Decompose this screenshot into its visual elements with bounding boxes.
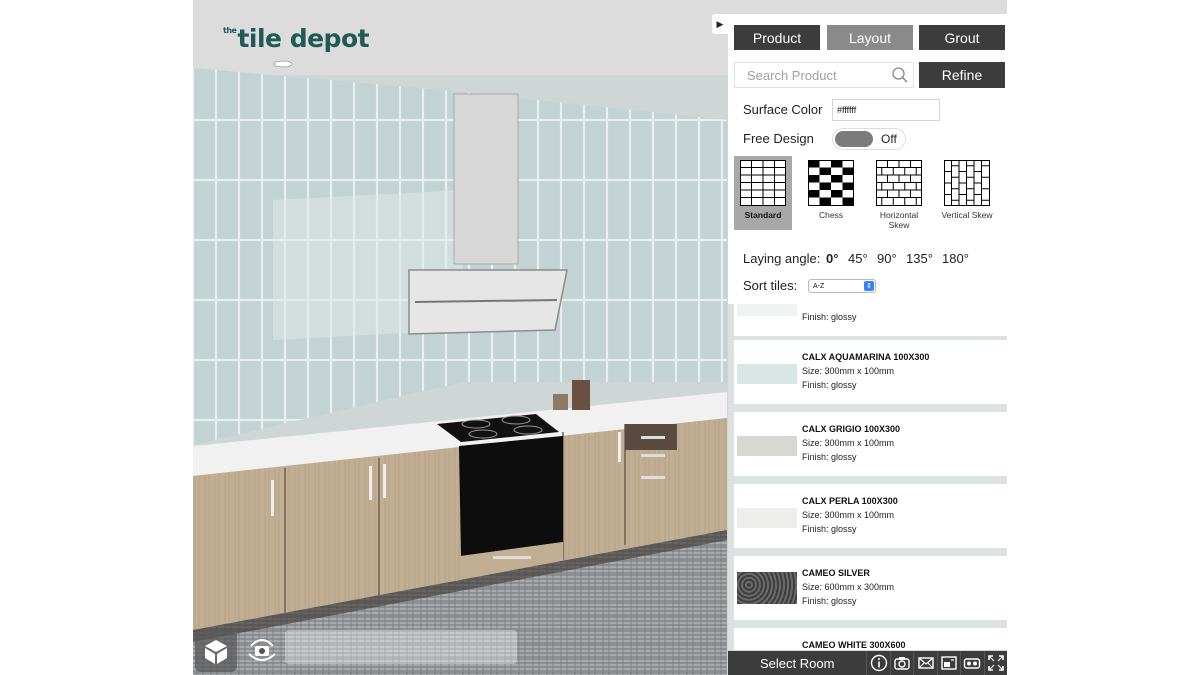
chess-pattern-icon [808,160,854,206]
info-icon [870,654,887,672]
product-item[interactable]: CALX GRIGIO 100X300 Size: 300mm x 100mm … [734,412,1007,476]
product-item[interactable]: CALX PERLA 100X300 Size: 300mm x 100mm F… [734,484,1007,548]
product-name: CAMEO WHITE 300X600 [802,640,906,650]
search-icon[interactable] [891,66,909,84]
free-design-toggle[interactable]: Off [832,128,906,150]
product-item[interactable]: CAMEO SILVER Size: 600mm x 300mm Finish:… [734,556,1007,620]
pattern-label: Standard [744,210,782,220]
horizontal-skew-pattern-icon [876,160,922,206]
sort-tiles-label: Sort tiles: [743,278,798,293]
product-swatch [737,364,797,384]
product-swatch [737,508,797,528]
product-item[interactable]: Finish: glossy [734,304,1007,336]
angle-option-180[interactable]: 180° [942,251,969,266]
tile-depot-logo[interactable]: thetile depot [223,24,370,53]
sort-value: A-Z [813,282,825,290]
laying-angle-label: Laying angle: [743,251,821,266]
product-finish: Finish: glossy [802,524,857,534]
email-icon [917,657,934,669]
product-item[interactable]: CALX AQUAMARINA 100X300 Size: 300mm x 10… [734,340,1007,404]
product-name: CALX AQUAMARINA 100X300 [802,352,930,362]
logo-name: tile depot [237,24,370,53]
settings-panel: Product Layout Grout Refine Surface Colo… [728,14,1007,304]
pattern-label: Vertical Skew [941,210,993,220]
product-finish: Finish: glossy [802,452,857,462]
triangle-right-icon: ▶ [716,18,724,29]
select-room-button[interactable]: Select Room [728,651,866,675]
email-button[interactable] [913,651,936,675]
snapshot-button[interactable] [889,651,913,675]
product-name: CALX GRIGIO 100X300 [802,424,901,434]
logo-the: the [223,26,237,35]
info-button[interactable] [866,651,889,675]
tile-thumbnail-strip[interactable] [285,630,517,664]
product-finish: Finish: glossy [802,380,857,390]
pattern-vertical-skew[interactable]: Vertical Skew [938,156,996,230]
compare-icon [941,656,957,670]
room-viewer[interactable]: thetile depot ▶ Product Layout Grout Sea… [193,0,1007,675]
compare-button[interactable] [936,651,960,675]
product-item[interactable]: CAMEO WHITE 300X600 [734,628,1007,650]
collapse-panel-button[interactable]: ▶ [712,14,728,34]
product-swatch [737,304,797,316]
vr-button[interactable] [960,651,983,675]
fullscreen-button[interactable] [983,651,1007,675]
tab-layout[interactable]: Layout [827,25,913,50]
angle-option-90[interactable]: 90° [877,251,897,266]
product-size: Size: 300mm x 100mm [802,438,895,448]
product-swatch [737,436,797,456]
pattern-horizontal-skew[interactable]: Horizontal Skew [870,156,928,230]
camera-icon [894,657,910,670]
pattern-standard[interactable]: Standard [734,156,792,230]
refine-button[interactable]: Refine [919,62,1005,88]
product-finish: Finish: glossy [802,596,857,606]
pattern-label: Horizontal Skew [879,210,919,230]
vertical-skew-pattern-icon [944,160,990,206]
rotate-view-button[interactable] [241,630,283,672]
surface-color-input[interactable] [832,99,940,121]
product-list[interactable]: Finish: glossy CALX AQUAMARINA 100X300 S… [728,304,1007,650]
search-box [734,62,914,88]
product-swatch [737,572,797,604]
select-arrows-icon: ⇕ [864,281,874,291]
product-name: CAMEO SILVER [802,568,870,578]
cube-icon [205,640,227,664]
fullscreen-icon [987,655,1004,671]
vr-icon [964,658,981,669]
room-tool-button[interactable] [195,630,237,672]
angle-option-135[interactable]: 135° [906,251,933,266]
angle-option-45[interactable]: 45° [848,251,868,266]
surface-color-label: Surface Color [743,102,823,117]
standard-pattern-icon [740,160,786,206]
tab-product[interactable]: Product [734,25,820,50]
rotate-camera-icon [248,639,276,661]
product-size: Size: 300mm x 100mm [802,366,895,376]
pattern-chess[interactable]: Chess [802,156,860,230]
sort-select[interactable]: A-Z ⇕ [808,279,876,293]
search-input[interactable] [735,63,885,87]
toggle-knob [835,131,873,147]
bottom-toolbar: Select Room [728,651,1007,675]
toggle-state-text: Off [881,132,897,146]
tab-grout[interactable]: Grout [919,25,1005,50]
angle-option-0[interactable]: 0° [826,251,838,266]
product-size: Size: 600mm x 300mm [802,582,895,592]
product-name: CALX PERLA 100X300 [802,496,898,506]
pattern-label: Chess [818,210,844,220]
product-size: Size: 300mm x 100mm [802,510,895,520]
free-design-label: Free Design [743,131,814,146]
product-finish: Finish: glossy [802,312,857,322]
